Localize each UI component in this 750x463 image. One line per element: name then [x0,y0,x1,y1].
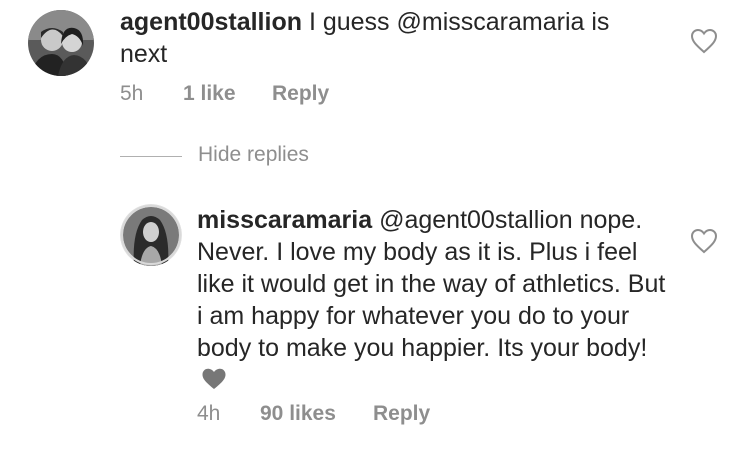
comment-text: misscaramaria @agent00stallion nope. Nev… [197,204,667,396]
heart-outline-icon[interactable] [690,28,718,54]
heart-outline-icon[interactable] [690,228,718,254]
timestamp: 4h [197,402,221,425]
likes-count[interactable]: 1 like [183,82,236,106]
comment-agent00stallion: agent00stallion I guess @misscaramaria i… [0,0,750,120]
comment-meta: 4h 90 likes Reply [197,402,497,428]
avatar-photo-icon [28,10,94,76]
username[interactable]: agent00stallion [120,8,302,36]
timestamp: 5h [120,82,144,105]
comment-meta: 5h 1 like Reply [120,82,420,108]
comment-text: agent00stallion I guess @misscaramaria i… [120,6,660,70]
reply-button[interactable]: Reply [272,82,329,106]
hide-replies-button[interactable]: Hide replies [198,143,309,167]
avatar[interactable] [28,10,94,76]
reply-button[interactable]: Reply [373,402,430,426]
username[interactable]: misscaramaria [197,206,372,234]
avatar[interactable] [120,204,182,266]
likes-count[interactable]: 90 likes [260,402,336,426]
hide-replies-divider [120,156,182,157]
grey-heart-emoji-icon [202,368,226,389]
comment-misscaramaria: misscaramaria @agent00stallion nope. Nev… [0,190,750,450]
avatar-photo-icon [120,204,182,266]
